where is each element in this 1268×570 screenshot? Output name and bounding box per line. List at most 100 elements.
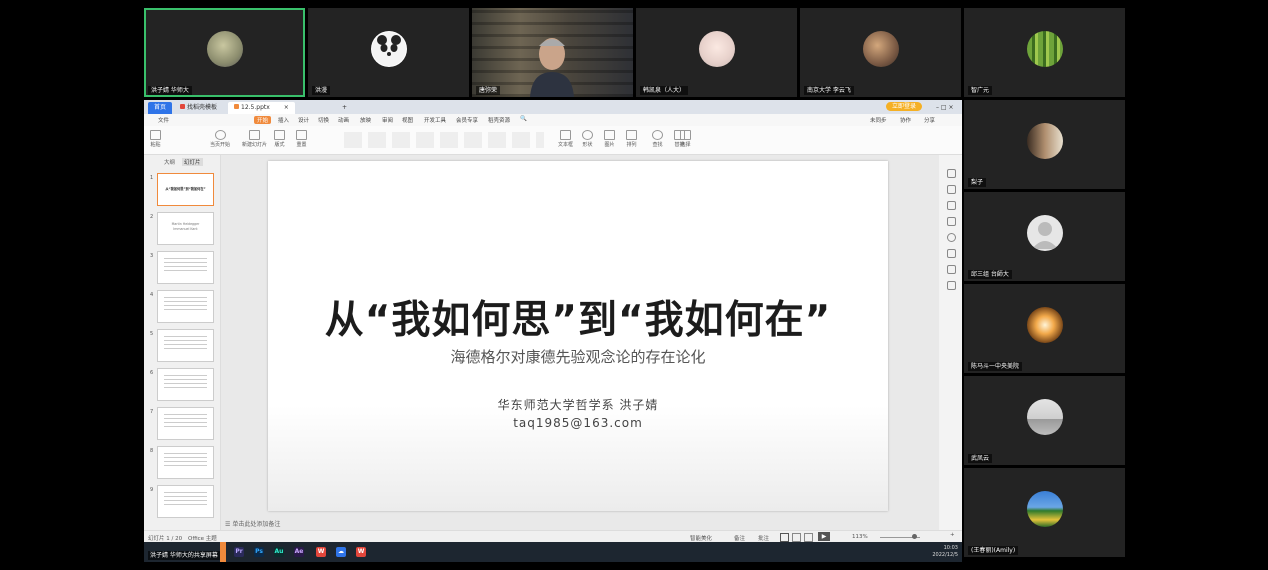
menu-item[interactable]: 视图 bbox=[402, 116, 413, 124]
window-controls[interactable]: – □ × bbox=[930, 102, 960, 114]
play-slideshow-icon[interactable]: ▶ bbox=[818, 532, 830, 541]
share-button[interactable]: 分享 bbox=[924, 116, 935, 124]
video-tile-r0[interactable]: 梨子 bbox=[964, 100, 1125, 189]
play-from-current-button[interactable]: 当页开始 bbox=[210, 130, 230, 148]
menu-item[interactable]: 文件 bbox=[158, 116, 169, 124]
notes-button[interactable]: 备注 bbox=[734, 534, 745, 542]
video-tile-r3[interactable]: 武凤云 bbox=[964, 376, 1125, 465]
tool-icon[interactable] bbox=[947, 169, 956, 178]
select-tool-button[interactable]: 选择 bbox=[680, 130, 691, 148]
new-slide-button[interactable]: 新建幻灯片 bbox=[242, 130, 267, 148]
zoom-slider-knob[interactable] bbox=[912, 534, 917, 539]
anime-avatar-icon bbox=[698, 30, 735, 67]
picture-icon bbox=[604, 130, 615, 140]
close-tab-icon[interactable]: × bbox=[284, 104, 289, 111]
find-button[interactable]: 查找 bbox=[652, 130, 663, 148]
tool-icon[interactable] bbox=[947, 265, 956, 274]
layout-icon bbox=[274, 130, 285, 140]
video-tile-r4[interactable]: (王春丽)(Amily) bbox=[964, 468, 1125, 557]
menu-item[interactable]: 设计 bbox=[298, 116, 309, 124]
tool-icon[interactable] bbox=[947, 249, 956, 258]
tab-document[interactable]: 12.5.pptx × bbox=[228, 102, 295, 114]
clock-time: 10:03 bbox=[943, 545, 958, 551]
search-icon[interactable]: 🔍 bbox=[520, 116, 527, 122]
smart-beautify-button[interactable]: 智能美化 bbox=[690, 534, 712, 542]
menu-item[interactable]: 切换 bbox=[318, 116, 329, 124]
menu-item[interactable]: 放映 bbox=[360, 116, 371, 124]
font-controls-placeholder bbox=[344, 132, 544, 148]
ribbon-menu: 文件 开始 插入 设计 切换 动画 放映 审阅 视图 开发工具 会员专享 稻壳资… bbox=[144, 114, 962, 126]
slide-thumbnail[interactable] bbox=[157, 485, 214, 518]
slide-thumbnail[interactable] bbox=[157, 290, 214, 323]
menu-item[interactable]: 动画 bbox=[338, 116, 349, 124]
theme-name: Office 主题 bbox=[188, 536, 217, 542]
paste-button[interactable]: 粘贴 bbox=[150, 130, 161, 148]
slide-thumbnail[interactable]: 从“我如何思”到“我如何在” bbox=[157, 173, 214, 206]
unsynced-status[interactable]: 未同步 bbox=[870, 116, 887, 124]
view-sorter-icon[interactable] bbox=[792, 533, 801, 542]
participant-name: 唐弥荣 bbox=[476, 86, 501, 95]
menu-item[interactable]: 稻壳资源 bbox=[488, 116, 510, 124]
tool-icon[interactable] bbox=[947, 217, 956, 226]
slide-title[interactable]: 从“我如何思”到“我如何在” bbox=[268, 289, 888, 345]
slide-thumbnail[interactable] bbox=[157, 329, 214, 362]
video-tile-5[interactable]: 智广元 bbox=[964, 8, 1125, 97]
cloud-app-icon[interactable]: ☁ bbox=[336, 547, 346, 557]
slide-thumbnail-panel: 大纲 幻灯片 1 从“我如何思”到“我如何在” 2 Martin Heidegger I… bbox=[144, 155, 221, 530]
arrange-button[interactable]: 排列 bbox=[626, 130, 637, 148]
reset-button[interactable]: 重置 bbox=[296, 130, 307, 148]
wps-icon[interactable]: W bbox=[316, 547, 326, 557]
slide-thumbnail[interactable] bbox=[157, 407, 214, 440]
menu-item-start[interactable]: 开始 bbox=[254, 116, 272, 124]
textbox-button[interactable]: 文本框 bbox=[558, 130, 573, 148]
slide-canvas[interactable]: 从“我如何思”到“我如何在” 海德格尔对康德先验观念论的存在论化 华东师范大学哲… bbox=[221, 155, 939, 530]
view-normal-icon[interactable] bbox=[780, 533, 789, 542]
comments-button[interactable]: 批注 bbox=[758, 534, 769, 542]
view-reading-icon[interactable] bbox=[804, 533, 813, 542]
new-tab-icon[interactable]: + bbox=[336, 102, 353, 114]
tool-icon[interactable] bbox=[947, 233, 956, 242]
current-slide[interactable]: 从“我如何思”到“我如何在” 海德格尔对康德先验观念论的存在论化 华东师范大学哲… bbox=[268, 161, 888, 511]
notes-area[interactable]: ☰ 单击此处添加备注 bbox=[221, 519, 939, 530]
video-tile-4[interactable]: 南京大学 李云飞 bbox=[800, 8, 961, 97]
after-effects-icon[interactable]: Ae bbox=[294, 547, 304, 557]
collab-button[interactable]: 协作 bbox=[900, 116, 911, 124]
sunflower-avatar-icon bbox=[1026, 490, 1063, 527]
menu-item[interactable]: 审阅 bbox=[382, 116, 393, 124]
video-tile-2[interactable]: 唐弥荣 bbox=[472, 8, 633, 97]
video-tile-r1[interactable]: 邱三组 台師大 bbox=[964, 192, 1125, 281]
login-button[interactable]: 立即登录 bbox=[886, 102, 923, 111]
tab-template[interactable]: 找稻壳模板 bbox=[174, 102, 223, 114]
os-taskbar: 洪子婧 华师大的共享屏幕 Pr Ps Au Ae W ☁ W 10:03 202… bbox=[144, 542, 962, 562]
video-tile-3[interactable]: 韩凯泉（人大） bbox=[636, 8, 797, 97]
tool-icon[interactable] bbox=[947, 281, 956, 290]
thumbnail-content bbox=[164, 258, 207, 272]
shape-button[interactable]: 形状 bbox=[582, 130, 593, 148]
menu-item[interactable]: 插入 bbox=[278, 116, 289, 124]
video-tile-1[interactable]: 洪漫 bbox=[308, 8, 469, 97]
slide-thumbnail[interactable] bbox=[157, 368, 214, 401]
photoshop-icon[interactable]: Ps bbox=[254, 547, 264, 557]
slide-email[interactable]: taq1985@163.com bbox=[268, 416, 888, 430]
panel-tab-slides[interactable]: 幻灯片 bbox=[182, 158, 203, 166]
slide-subtitle[interactable]: 海德格尔对康德先验观念论的存在论化 bbox=[268, 346, 888, 367]
wps-writer-icon[interactable]: W bbox=[356, 547, 366, 557]
picture-button[interactable]: 图片 bbox=[604, 130, 615, 148]
premiere-icon[interactable]: Pr bbox=[234, 547, 244, 557]
slide-thumbnail[interactable] bbox=[157, 251, 214, 284]
slide-thumbnail[interactable] bbox=[157, 446, 214, 479]
video-tile-r2[interactable]: 陈马斗一中央美院 bbox=[964, 284, 1125, 373]
tab-home[interactable]: 首页 bbox=[148, 102, 173, 114]
tool-icon[interactable] bbox=[947, 185, 956, 194]
slide-thumbnail[interactable]: Martin Heidegger Immanuel Kant bbox=[157, 212, 214, 245]
video-tile-0[interactable]: 洪子婧 华师大 bbox=[144, 8, 305, 97]
tool-icon[interactable] bbox=[947, 201, 956, 210]
menu-item[interactable]: 会员专享 bbox=[456, 116, 478, 124]
slide-author[interactable]: 华东师范大学哲学系 洪子婧 bbox=[268, 396, 888, 413]
audition-icon[interactable]: Au bbox=[274, 547, 284, 557]
layout-button[interactable]: 版式 bbox=[274, 130, 285, 148]
panel-tab-outline[interactable]: 大纲 bbox=[164, 158, 175, 166]
zoom-in-icon[interactable]: + bbox=[950, 532, 955, 538]
light-avatar-icon bbox=[1026, 306, 1063, 343]
menu-item[interactable]: 开发工具 bbox=[424, 116, 446, 124]
